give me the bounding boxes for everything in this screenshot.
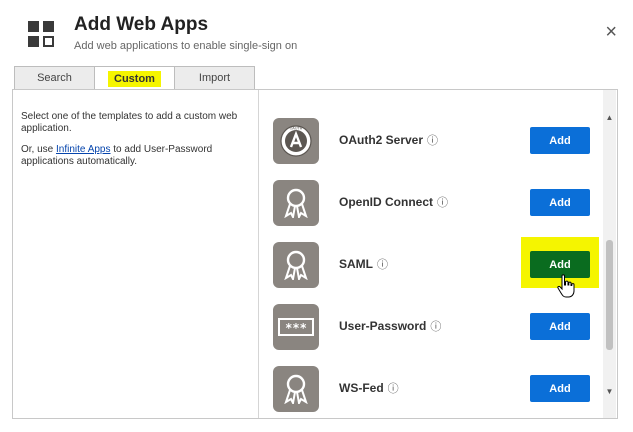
add-oauth2-button[interactable]: Add <box>530 127 590 154</box>
instructions-pane: Select one of the templates to add a cus… <box>13 90 259 418</box>
template-name: OAuth2 Server <box>339 133 424 147</box>
scroll-down-icon[interactable]: ▼ <box>603 384 616 398</box>
ribbon-icon <box>273 242 319 288</box>
tab-custom[interactable]: Custom <box>94 66 175 90</box>
scroll-up-icon[interactable]: ▲ <box>603 110 616 124</box>
template-row-user-password: *** User-Password ⓘ Add <box>260 304 603 366</box>
template-name: User-Password <box>339 319 427 333</box>
info-icon[interactable]: ⓘ <box>377 259 388 271</box>
add-ws-fed-button[interactable]: Add <box>530 375 590 402</box>
tab-panel: Select one of the templates to add a cus… <box>12 89 618 419</box>
oauth-icon: OAUTH <box>273 118 319 164</box>
template-label: OpenID Connect ⓘ <box>339 194 448 210</box>
instructions-intro: Select one of the templates to add a cus… <box>21 111 238 134</box>
tab-import[interactable]: Import <box>174 66 255 89</box>
template-label: WS-Fed ⓘ <box>339 380 399 396</box>
scroll-thumb[interactable] <box>606 240 613 350</box>
template-row-openid: OpenID Connect ⓘ Add <box>260 180 603 242</box>
info-icon[interactable]: ⓘ <box>388 383 399 395</box>
info-icon[interactable]: ⓘ <box>430 321 441 333</box>
infinite-apps-link[interactable]: Infinite Apps <box>56 144 110 155</box>
template-list[interactable]: OAUTH OAuth2 Server ⓘ Add OpenID Connect ⓘ… <box>260 90 603 418</box>
instructions-prefix: Or, use <box>21 144 57 155</box>
tab-label: Custom <box>108 70 161 87</box>
template-row-oauth2: OAUTH OAuth2 Server ⓘ Add <box>260 118 603 180</box>
tab-label: Search <box>37 72 72 84</box>
template-name: OpenID Connect <box>339 195 434 209</box>
password-icon: *** <box>273 304 319 350</box>
info-icon[interactable]: ⓘ <box>427 135 438 147</box>
apps-grid-icon <box>28 21 55 48</box>
template-name: SAML <box>339 257 373 271</box>
oauth-badge-text: OAUTH <box>290 127 303 131</box>
add-openid-button[interactable]: Add <box>530 189 590 216</box>
ribbon-icon <box>273 366 319 412</box>
dialog-subtitle: Add web applications to enable single-si… <box>74 40 298 52</box>
template-row-saml: SAML ⓘ Add <box>260 237 603 304</box>
instructions-alt: Or, use Infinite Apps to add User-Passwo… <box>21 144 250 167</box>
template-name: WS-Fed <box>339 381 384 395</box>
add-user-password-button[interactable]: Add <box>530 313 590 340</box>
scrollbar[interactable]: ▲ ▼ <box>603 90 616 418</box>
tab-search[interactable]: Search <box>14 66 95 89</box>
info-icon[interactable]: ⓘ <box>437 197 448 209</box>
password-badge-text: *** <box>285 321 307 335</box>
template-row-ws-fed: WS-Fed ⓘ Add <box>260 366 603 418</box>
tab-bar: Search Custom Import <box>14 66 255 90</box>
ribbon-icon <box>273 180 319 226</box>
template-label: SAML ⓘ <box>339 256 388 272</box>
template-label: User-Password ⓘ <box>339 318 441 334</box>
close-icon[interactable]: × <box>605 22 617 42</box>
add-saml-button[interactable]: Add <box>530 251 590 278</box>
tab-label: Import <box>198 72 231 84</box>
dialog-title: Add Web Apps <box>74 14 209 35</box>
template-label: OAuth2 Server ⓘ <box>339 132 438 148</box>
